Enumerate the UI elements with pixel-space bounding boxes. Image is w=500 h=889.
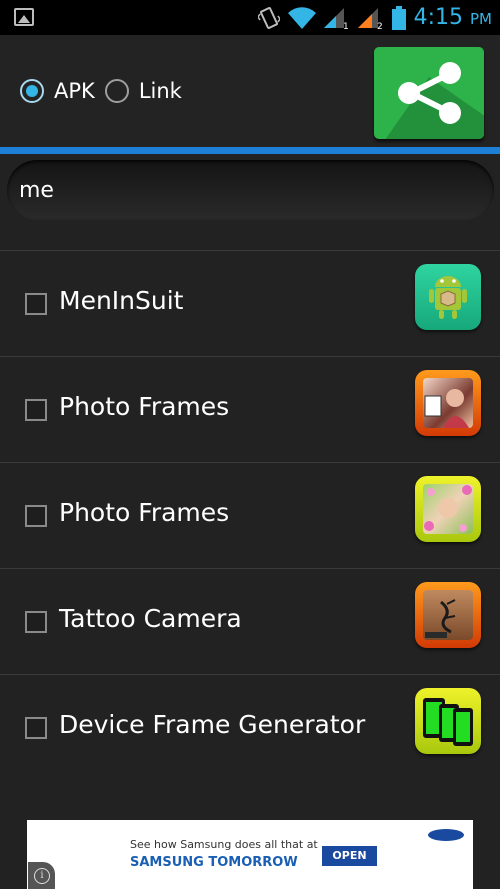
- vibrate-icon: [257, 6, 280, 29]
- clock: 4:15 PM: [414, 5, 492, 30]
- app-name: Photo Frames: [59, 392, 230, 421]
- ad-banner[interactable]: See how Samsung does all that at SAMSUNG…: [27, 820, 473, 889]
- ad-open-button[interactable]: OPEN: [322, 846, 377, 866]
- app-checkbox[interactable]: [25, 505, 47, 527]
- svg-text:1: 1: [343, 22, 349, 30]
- list-item[interactable]: Tattoo Camera: [0, 568, 500, 674]
- radio-apk-label[interactable]: APK: [54, 79, 95, 103]
- radio-link[interactable]: [104, 79, 129, 103]
- svg-text:2: 2: [377, 22, 383, 30]
- accent-divider: [0, 147, 500, 154]
- clock-ampm: PM: [470, 10, 492, 28]
- signal-sim1-icon: 1: [323, 7, 349, 30]
- ad-brand-logo: [428, 829, 464, 841]
- info-icon: i: [34, 868, 50, 884]
- list-item[interactable]: Device Frame Generator: [0, 674, 500, 778]
- signal-sim2-icon: 2: [357, 7, 383, 30]
- status-icons: 1 2 4:15 PM: [257, 0, 492, 35]
- tattoo-camera-icon: [415, 582, 481, 648]
- search-input[interactable]: [19, 168, 479, 212]
- app-name: Tattoo Camera: [59, 604, 242, 633]
- app-checkbox[interactable]: [25, 399, 47, 421]
- header: APK Link: [0, 35, 500, 147]
- status-bar: 1 2 4:15 PM: [0, 0, 500, 35]
- app-name: MenInSuit: [59, 286, 184, 315]
- share-type-radio-group: APK Link: [20, 79, 192, 103]
- app-name: Photo Frames: [59, 498, 230, 527]
- share-icon: [398, 62, 461, 124]
- list-item[interactable]: MenInSuit: [0, 250, 500, 356]
- clock-time: 4:15: [413, 5, 463, 30]
- app-checkbox[interactable]: [25, 717, 47, 739]
- battery-icon: [391, 5, 406, 30]
- search-area: [0, 154, 500, 250]
- floral-photo-frames-icon: [415, 476, 481, 542]
- wifi-icon: [287, 6, 316, 29]
- list-item[interactable]: Photo Frames: [0, 356, 500, 462]
- radio-apk[interactable]: [20, 79, 44, 103]
- ad-line1: See how Samsung does all that at: [130, 838, 318, 851]
- ad-line2: SAMSUNG TOMORROW: [130, 855, 298, 870]
- app-checkbox[interactable]: [25, 611, 47, 633]
- app-name: Device Frame Generator: [59, 710, 366, 739]
- radio-link-label[interactable]: Link: [139, 79, 182, 103]
- search-box[interactable]: [7, 160, 494, 220]
- gallery-icon: [14, 8, 34, 26]
- list-item[interactable]: Photo Frames: [0, 462, 500, 568]
- ad-info-button[interactable]: i: [28, 862, 55, 889]
- android-box-icon: [415, 264, 481, 330]
- app-checkbox[interactable]: [25, 293, 47, 315]
- device-frames-icon: [415, 688, 481, 754]
- app-list: MenInSuit Photo Frames Photo Frames Tatt…: [0, 250, 500, 778]
- share-button[interactable]: [374, 47, 484, 139]
- photo-frames-icon: [415, 370, 481, 436]
